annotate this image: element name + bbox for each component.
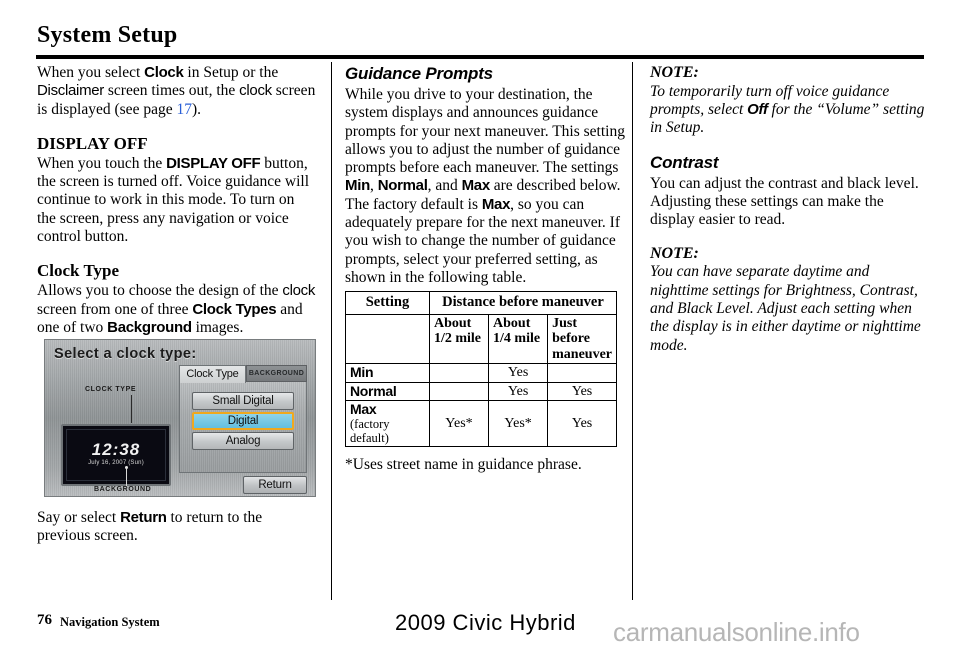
table-footnote: *Uses street name in guidance phrase. [345, 455, 582, 473]
contrast-body: You can adjust the contrast and black le… [650, 174, 919, 229]
table-body: Min Yes Normal Yes Yes Max (factory defa… [345, 363, 617, 447]
note-2-body: You can have separate daytime and nightt… [650, 263, 921, 354]
option-analog[interactable]: Analog [192, 432, 294, 450]
column-divider-1 [331, 62, 332, 600]
clock-type-text-2: screen from one of three [37, 300, 193, 318]
clock-date: July 16, 2007 (Sun) [88, 460, 144, 466]
note-1-heading: NOTE: [650, 64, 699, 81]
page-reference-link[interactable]: 17 [176, 101, 192, 118]
clock-type-callout-line [131, 395, 132, 423]
tab-background[interactable]: BACKGROUND [246, 365, 307, 382]
return-button[interactable]: Return [243, 476, 307, 494]
normal-label: Normal [377, 177, 428, 195]
cell-max-just-before: Yes [547, 400, 617, 447]
disclaimer-label: Disclaimer [37, 82, 105, 100]
title-divider-rule [36, 55, 924, 59]
option-digital-selected[interactable]: Digital [192, 412, 294, 430]
navigation-screenshot: Select a clock type: CLOCK TYPE 12:38 Ju… [44, 339, 316, 497]
row-setting-min: Min [345, 363, 430, 383]
heading-clock-type: Clock Type [37, 261, 120, 281]
clock-type-clock-word: clock [282, 282, 316, 300]
background-label: Background [107, 318, 192, 336]
table-header: Setting Distance before maneuver About 1… [345, 291, 618, 365]
return-caption: Say or select Return to return to the pr… [37, 509, 317, 546]
display-off-button-label: DISPLAY OFF [166, 154, 261, 172]
clock-type-callout-label: CLOCK TYPE [85, 386, 137, 393]
page-title: System Setup [37, 22, 178, 48]
middle-column: Guidance Prompts While you drive to your… [345, 64, 625, 474]
heading-guidance-prompts: Guidance Prompts [345, 64, 493, 83]
table-row: Min Yes [345, 363, 617, 383]
subheader-just-before: Just before maneuver [547, 314, 617, 365]
cell-max-half: Yes* [428, 400, 490, 447]
screen-heading: Select a clock type: [54, 346, 197, 362]
heading-display-off: DISPLAY OFF [37, 133, 148, 153]
clock-time: 12:38 [91, 440, 141, 459]
footer-section-name: Navigation System [60, 615, 160, 629]
note-2-heading: NOTE: [650, 244, 699, 262]
header-distance: Distance before maneuver [428, 291, 618, 316]
clock-type-paragraph: Allows you to choose the design of the c… [37, 282, 317, 337]
screenshot-caption-block: Say or select Return to return to the pr… [37, 509, 317, 546]
background-callout-label: BACKGROUND [94, 486, 152, 493]
subheader-quarter-mile: About 1/4 mile [488, 314, 549, 365]
table-row: Max (factory default) Yes* Yes* Yes [345, 400, 617, 447]
intro-text-1: When you select [37, 64, 145, 81]
max-label-2: Max [481, 195, 511, 213]
cell-min-half [428, 363, 490, 383]
cell-normal-half [428, 381, 490, 402]
row-setting-normal: Normal [345, 381, 430, 402]
intro-text-3: screen times out, the [104, 82, 240, 100]
row-setting-max: Max (factory default) [345, 400, 430, 447]
table-subheader-row: About 1/2 mile About 1/4 mile Just befor… [345, 314, 617, 365]
table-row: Normal Yes Yes [345, 381, 617, 402]
guidance-sep-2: , and [427, 177, 462, 195]
background-callout-line [126, 469, 127, 486]
display-off-text-1: When you touch the [37, 154, 167, 172]
intro-text-2: in Setup or the [183, 64, 279, 81]
intro-text-5: ). [191, 100, 202, 118]
table-header-row: Setting Distance before maneuver [345, 291, 618, 316]
row-setting-max-label: Max [350, 401, 377, 418]
return-caption-text-1: Say or select [37, 509, 121, 526]
display-off-paragraph: When you touch the DISPLAY OFF button, t… [37, 155, 317, 246]
footer-model-name: 2009 Civic Hybrid [395, 610, 576, 635]
heading-contrast: Contrast [650, 152, 719, 172]
column-divider-2 [632, 62, 633, 600]
guidance-sep-1: , [369, 177, 378, 195]
tab-clock-type[interactable]: Clock Type [179, 365, 246, 383]
guidance-text-1: While you drive to your destination, the… [345, 86, 625, 177]
guidance-prompts-table: Setting Distance before maneuver About 1… [345, 291, 618, 447]
clock-type-text-1: Allows you to choose the design of the [37, 282, 283, 300]
clock-word: clock [239, 82, 272, 100]
clock-label: Clock [144, 64, 184, 81]
min-label: Min [345, 177, 370, 195]
subheader-half-mile: About 1/2 mile [428, 314, 490, 365]
clock-type-text-4: images. [191, 318, 244, 336]
clock-types-label: Clock Types [192, 300, 277, 318]
right-column: NOTE: To temporarily turn off voice guid… [650, 64, 928, 355]
note-1-body: To temporarily turn off voice guidance p… [650, 83, 928, 138]
footer-page-number: 76 [37, 612, 52, 628]
cell-normal-just-before: Yes [547, 381, 617, 402]
cell-max-quarter: Yes* [488, 400, 549, 447]
cell-min-quarter: Yes [488, 363, 549, 383]
cell-min-just-before [547, 363, 617, 383]
return-label: Return [120, 509, 167, 526]
row-setting-max-note: (factory default) [350, 417, 390, 445]
guidance-prompts-paragraph: While you drive to your destination, the… [345, 86, 625, 287]
intro-paragraph: When you select Clock in Setup or the Di… [37, 64, 317, 119]
off-label: Off [747, 101, 768, 119]
cell-normal-quarter: Yes [488, 381, 549, 402]
left-column: When you select Clock in Setup or the Di… [37, 64, 317, 337]
subheader-blank [345, 314, 430, 365]
header-setting: Setting [345, 291, 430, 316]
option-small-digital[interactable]: Small Digital [192, 392, 294, 410]
site-watermark: carmanualsonline.info [613, 617, 860, 647]
clock-preview: 12:38 July 16, 2007 (Sun) [61, 424, 171, 486]
max-label: Max [461, 177, 491, 195]
